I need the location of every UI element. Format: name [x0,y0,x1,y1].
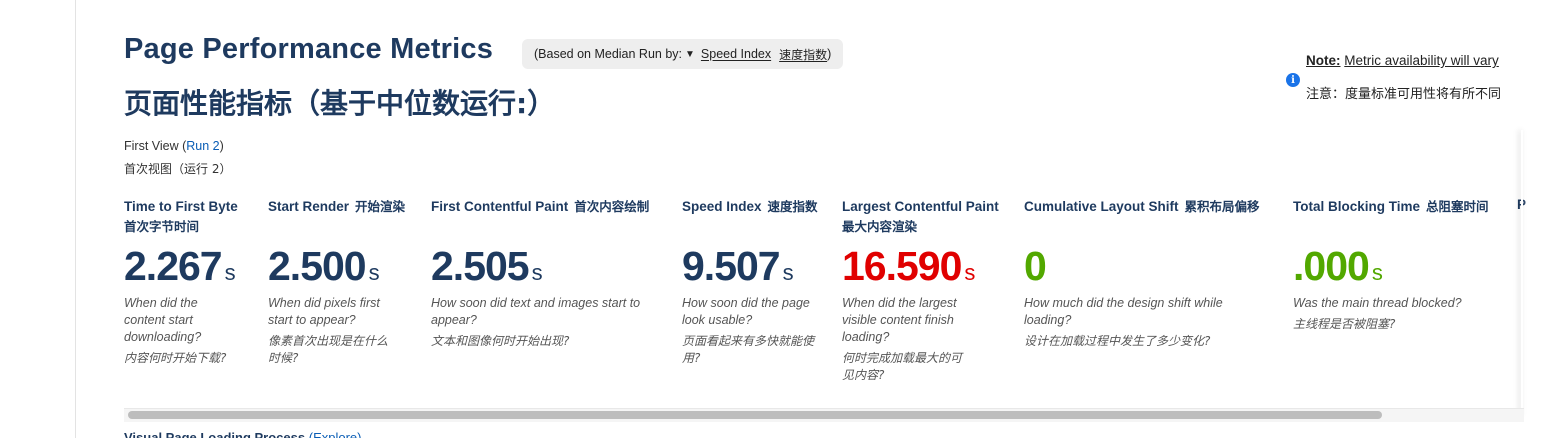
metric-label: Total Blocking Time [1293,199,1421,214]
metric-ttfb: Time to First Byte 首次字节时间 2.267 s When did… [124,197,254,365]
metric-label-zh: 首次字节时间 [124,219,200,234]
metric-label: Time to First Byte [124,199,238,214]
metric-desc: When did the content start downloading? [124,296,202,344]
metric-desc-zh: 内容何时开始下载? [124,351,227,365]
metric-start-render: Start Render 开始渲染 2.500 s When did pixels … [268,197,428,365]
page-left-divider [75,0,76,438]
caret-down-icon: ▼ [685,48,695,60]
metric-speed-index: Speed Index 速度指数 9.507 s How soon did the … [682,197,832,365]
median-prefix: (Based on Median Run by: [534,47,683,61]
metric-desc: When did the largest visible content fin… [842,296,957,344]
metric-value: .000 [1293,243,1370,289]
metric-unit: s [368,260,380,285]
first-view-label: First View (Run 2) [124,139,224,153]
metric-unit: s [1371,260,1383,285]
median-run-selector[interactable]: (Based on Median Run by: ▼ Speed Index 速… [522,39,844,69]
metric-desc: Was the main thread blocked? [1293,296,1462,310]
page-title: Page Performance Metrics [124,33,494,65]
metric-unit: s [964,260,976,285]
metric-label-zh: 总阻塞时间 [1426,199,1489,214]
metric-unit: s [531,260,543,285]
metric-desc: How soon did the page look usable? [682,296,810,327]
metric-availability-note: Note: Metric availability will vary [1306,53,1499,68]
first-view-label-zh: 首次视图（运行 2） [124,162,232,176]
metric-desc: When did pixels first start to appear? [268,296,380,327]
metric-fcp: First Contentful Paint 首次内容绘制 2.505 s How … [431,197,671,348]
page-title-zh: 页面性能指标（基于中位数运行:） [124,87,556,120]
metric-label-zh: 开始渲染 [355,199,406,214]
metric-unit: s [224,260,236,285]
metric-desc: How much did the design shift while load… [1024,296,1223,327]
metric-value: 0 [1024,243,1047,289]
metric-label: Largest Contentful Paint [842,199,999,214]
metric-value: 2.500 [268,243,367,289]
metric-desc-zh: 主线程是否被阻塞? [1293,317,1396,331]
median-suffix: ) [827,47,832,61]
run-link[interactable]: Run 2 [186,139,219,153]
scroll-fade-overlay [1522,130,1568,420]
metric-label: First Contentful Paint [431,199,569,214]
metric-unit: s [782,260,794,285]
metric-label-zh: 累积布局偏移 [1184,199,1260,214]
metric-value: 2.267 [124,243,223,289]
metric-desc-zh: 文本和图像何时开始出现? [431,334,570,348]
metric-availability-note-zh: 注意：度量标准可用性将有所不同 [1306,87,1502,102]
metric-desc-zh: 何时完成加载最大的可见内容? [842,351,963,382]
metric-desc-zh: 像素首次出现是在什么时候? [268,334,389,365]
metric-label-zh: 最大内容渲染 [842,219,918,234]
metric-label-zh: 首次内容绘制 [574,199,650,214]
info-icon[interactable]: i [1286,73,1300,87]
metric-value: 16.590 [842,243,962,289]
note-label: Note: [1306,53,1341,68]
metric-tbt: Total Blocking Time 总阻塞时间 .000 s Was the m… [1293,197,1513,331]
metric-label: Start Render [268,199,350,214]
metric-value: 2.505 [431,243,530,289]
horizontal-scrollbar-thumb[interactable] [128,411,1382,419]
visual-loading-heading: Visual Page Loading Process (Explore) [124,430,361,438]
metric-desc-zh: 设计在加载过程中发生了多少变化? [1024,334,1211,348]
scroll-edge-shadow [1521,130,1523,415]
metric-label: Speed Index [682,199,762,214]
explore-link[interactable]: (Explore) [309,430,362,438]
metric-lcp: Largest Contentful Paint 最大内容渲染 16.590 s W… [842,197,1017,382]
median-metric-selected[interactable]: Speed Index [701,47,771,61]
metric-desc-zh: 页面看起来有多快就能使用? [682,334,815,365]
metric-label-zh: 速度指数 [767,199,818,214]
median-metric-selected-zh[interactable]: 速度指数 [779,46,827,63]
metric-desc: How soon did text and images start to ap… [431,296,641,327]
metric-label: Cumulative Layout Shift [1024,199,1179,214]
note-text: Metric availability will vary [1344,53,1499,68]
metric-cls: Cumulative Layout Shift 累积布局偏移 0 How much… [1024,197,1284,348]
metric-value: 9.507 [682,243,781,289]
